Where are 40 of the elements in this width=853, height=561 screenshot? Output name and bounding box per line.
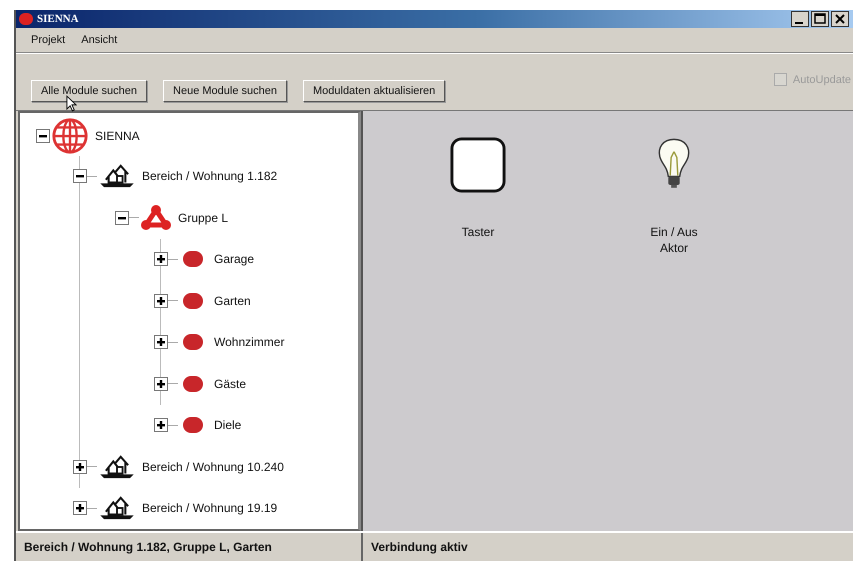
window-title: SIENNA — [37, 12, 79, 25]
status-text: Verbindung aktiv — [370, 538, 468, 556]
expand-toggle[interactable] — [154, 294, 168, 308]
checkbox-label: AutoUpdate — [792, 74, 851, 86]
tree-item-label[interactable]: SIENNA — [95, 128, 140, 143]
tree-item-label[interactable]: Bereich / Wohnung 19.19 — [142, 501, 278, 516]
tree-item-label[interactable]: Bereich / Wohnung 1.182 — [142, 169, 278, 184]
houses-icon — [98, 495, 136, 522]
expand-toggle[interactable] — [154, 252, 168, 266]
maximize-icon[interactable] — [811, 10, 829, 27]
module-label: Taster — [462, 224, 494, 240]
expand-toggle[interactable] — [154, 418, 168, 432]
close-icon[interactable] — [831, 10, 849, 27]
tree-item-label[interactable]: Bereich / Wohnung 10.240 — [142, 460, 284, 474]
houses-icon — [98, 163, 136, 190]
module-label: Ein / Aus Aktor — [650, 224, 698, 256]
tree-item-label[interactable]: Wohnzimmer — [214, 335, 284, 350]
app-icon — [19, 12, 33, 25]
tree-item-label[interactable]: Garten — [214, 294, 251, 308]
globe-icon — [51, 116, 89, 155]
status-text: Bereich / Wohnung 1.182, Gruppe L, Garten — [16, 532, 363, 561]
collapse-toggle[interactable] — [36, 128, 50, 143]
expand-toggle[interactable] — [73, 460, 87, 474]
minimize-icon[interactable] — [791, 10, 809, 27]
menu-item[interactable]: Projekt — [31, 34, 66, 46]
houses-icon — [98, 454, 136, 480]
square-icon[interactable] — [450, 136, 506, 194]
expand-toggle[interactable] — [73, 501, 87, 516]
tree-item-label[interactable]: Gäste — [214, 376, 246, 391]
tree-item-label[interactable]: Gruppe L — [178, 210, 228, 225]
collapse-toggle[interactable] — [115, 210, 129, 225]
triangle-nodes-icon — [140, 204, 172, 232]
collapse-toggle[interactable] — [73, 169, 87, 184]
menu-item[interactable]: Ansicht — [81, 34, 118, 46]
toolbar-button[interactable]: Neue Module suchen — [163, 80, 287, 102]
tree-item-label[interactable]: Garage — [214, 252, 254, 266]
expand-toggle[interactable] — [154, 376, 168, 391]
toolbar-button[interactable]: Moduldaten aktualisieren — [302, 80, 446, 102]
tree-item-label[interactable]: Diele — [214, 418, 242, 432]
expand-toggle[interactable] — [154, 335, 168, 350]
